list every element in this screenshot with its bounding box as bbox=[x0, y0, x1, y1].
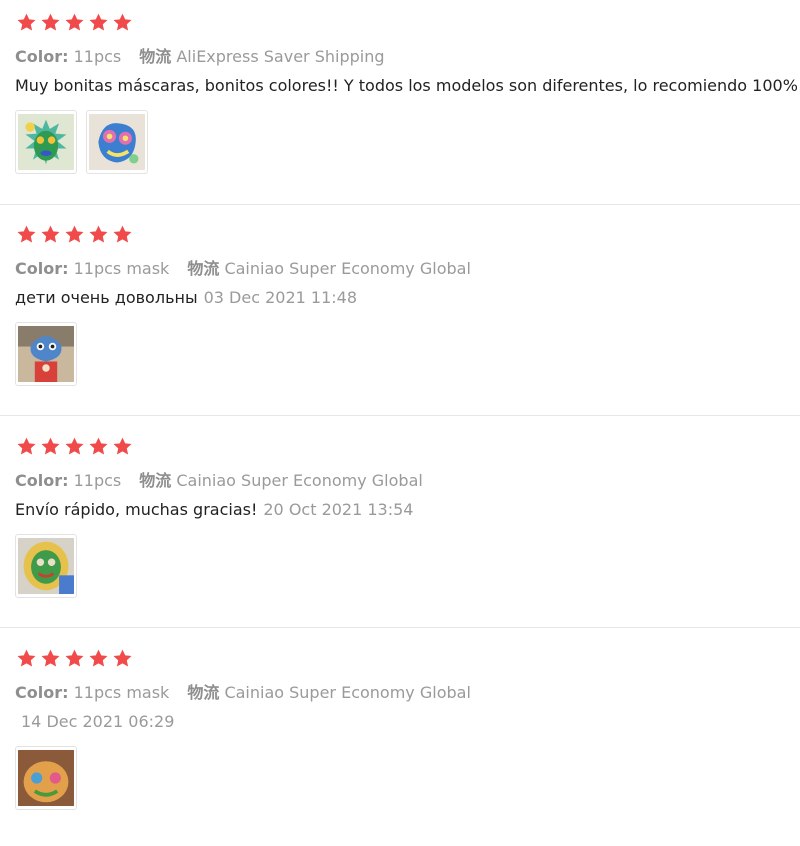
mask-photo-green-blue bbox=[18, 114, 74, 170]
color-value: 11pcs bbox=[73, 47, 122, 66]
logistics-label: 物流 bbox=[187, 259, 220, 278]
review-divider bbox=[0, 204, 800, 205]
color-value: 11pcs mask bbox=[73, 259, 170, 278]
star-icon bbox=[89, 649, 108, 667]
review-photos bbox=[15, 746, 77, 810]
logistics-label: 物流 bbox=[139, 47, 172, 66]
color-label: Color: bbox=[15, 683, 69, 702]
review-text-line: Muy bonitas máscaras, bonitos colores!! … bbox=[15, 76, 798, 95]
review-photo[interactable] bbox=[15, 322, 77, 386]
star-icon bbox=[113, 649, 132, 667]
mask-photo-pink-blue bbox=[89, 114, 145, 170]
star-rating bbox=[16, 436, 133, 458]
logistics-value: Cainiao Super Economy Global bbox=[224, 683, 471, 702]
review-text: Muy bonitas máscaras, bonitos colores!! … bbox=[15, 76, 798, 95]
review-text: дети очень довольны bbox=[15, 288, 198, 307]
star-rating bbox=[16, 12, 133, 34]
review-photo[interactable] bbox=[15, 110, 77, 174]
star-icon bbox=[89, 225, 108, 243]
review-photo[interactable] bbox=[15, 746, 77, 810]
star-icon bbox=[17, 13, 36, 31]
review-text-line: 14 Dec 2021 06:29 bbox=[21, 712, 174, 731]
review-photos bbox=[15, 534, 77, 598]
review-meta: Color: 11pcs mask 物流 Cainiao Super Econom… bbox=[15, 679, 471, 703]
star-icon bbox=[41, 437, 60, 455]
star-icon bbox=[113, 13, 132, 31]
color-label: Color: bbox=[15, 259, 69, 278]
review-meta: Color: 11pcs mask 物流 Cainiao Super Econom… bbox=[15, 255, 471, 279]
star-icon bbox=[17, 649, 36, 667]
review-date: 20 Oct 2021 13:54 bbox=[263, 500, 414, 519]
logistics-value: Cainiao Super Economy Global bbox=[176, 471, 423, 490]
star-icon bbox=[41, 225, 60, 243]
star-icon bbox=[41, 649, 60, 667]
star-icon bbox=[89, 13, 108, 31]
star-icon bbox=[17, 225, 36, 243]
review-photo[interactable] bbox=[15, 534, 77, 598]
review-text: Envío rápido, muchas gracias! bbox=[15, 500, 258, 519]
review-meta: Color: 11pcs 物流 AliExpress Saver Shipping bbox=[15, 43, 385, 67]
review-divider bbox=[0, 627, 800, 628]
star-rating bbox=[16, 648, 133, 670]
mask-photo-brown bbox=[18, 750, 74, 806]
star-icon bbox=[113, 225, 132, 243]
logistics-label: 物流 bbox=[187, 683, 220, 702]
star-rating bbox=[16, 224, 133, 246]
star-icon bbox=[41, 13, 60, 31]
review-date: 14 Dec 2021 06:29 bbox=[21, 712, 175, 731]
review-item: Color: 11pcs mask 物流 Cainiao Super Econom… bbox=[0, 636, 800, 846]
star-icon bbox=[65, 437, 84, 455]
review-item: Color: 11pcs 物流 Cainiao Super Economy Glo… bbox=[0, 424, 800, 634]
review-date: 03 Dec 2021 11:48 bbox=[203, 288, 357, 307]
review-divider bbox=[0, 415, 800, 416]
logistics-label: 物流 bbox=[139, 471, 172, 490]
star-icon bbox=[65, 225, 84, 243]
star-icon bbox=[113, 437, 132, 455]
child-mask-photo bbox=[18, 326, 74, 382]
review-photo[interactable] bbox=[86, 110, 148, 174]
logistics-value: AliExpress Saver Shipping bbox=[176, 47, 385, 66]
color-value: 11pcs mask bbox=[73, 683, 170, 702]
review-text-line: Envío rápido, muchas gracias! 20 Oct 2021… bbox=[15, 500, 413, 519]
review-photos bbox=[15, 322, 77, 386]
logistics-value: Cainiao Super Economy Global bbox=[224, 259, 471, 278]
review-meta: Color: 11pcs 物流 Cainiao Super Economy Glo… bbox=[15, 467, 423, 491]
star-icon bbox=[89, 437, 108, 455]
package-mask-photo bbox=[18, 538, 74, 594]
star-icon bbox=[65, 649, 84, 667]
review-item: Color: 11pcs 物流 AliExpress Saver Shipping… bbox=[0, 0, 800, 210]
review-item: Color: 11pcs mask 物流 Cainiao Super Econom… bbox=[0, 212, 800, 422]
star-icon bbox=[17, 437, 36, 455]
color-label: Color: bbox=[15, 47, 69, 66]
star-icon bbox=[65, 13, 84, 31]
color-value: 11pcs bbox=[73, 471, 122, 490]
review-photos bbox=[15, 110, 148, 174]
review-text-line: дети очень довольны 03 Dec 2021 11:48 bbox=[15, 288, 357, 307]
color-label: Color: bbox=[15, 471, 69, 490]
